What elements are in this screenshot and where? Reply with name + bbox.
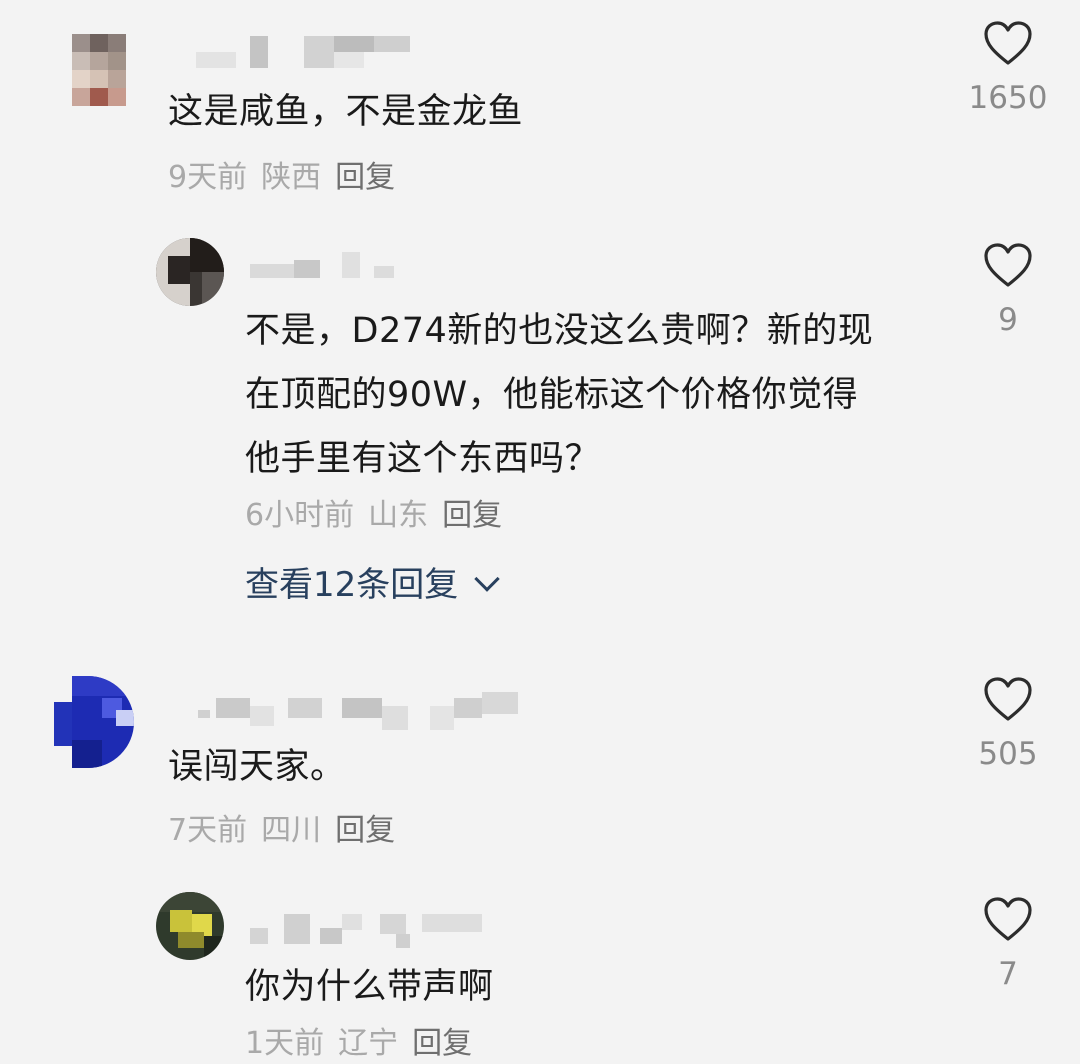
avatar[interactable] — [156, 892, 224, 960]
reply-button[interactable]: 回复 — [412, 1026, 472, 1061]
reply-location: 山东 — [368, 498, 429, 533]
like-button[interactable]: 505 — [948, 676, 1068, 774]
reply-meta: 1天前 辽宁 回复 — [245, 1024, 472, 1064]
like-button[interactable]: 9 — [948, 242, 1068, 340]
username[interactable] — [198, 692, 528, 732]
comment-location: 四川 — [261, 813, 322, 848]
like-count: 7 — [998, 956, 1018, 992]
reply-meta: 6小时前 山东 回复 — [245, 496, 502, 536]
view-more-replies-button[interactable]: 查看12条回复 — [245, 563, 500, 607]
reply-time: 6小时前 — [245, 498, 355, 533]
reply-text: 你为什么带声啊 — [245, 967, 494, 1007]
like-button[interactable]: 1650 — [948, 20, 1068, 118]
username[interactable] — [250, 248, 410, 282]
comment-text: 这是咸鱼，不是金龙鱼 — [168, 92, 524, 132]
username[interactable] — [250, 908, 490, 948]
heart-outline-icon — [984, 21, 1032, 65]
reply-time: 1天前 — [245, 1026, 325, 1061]
like-count: 505 — [978, 736, 1038, 772]
like-count: 9 — [998, 302, 1018, 338]
reply-location: 辽宁 — [338, 1026, 399, 1061]
comment-meta: 9天前 陕西 回复 — [168, 158, 395, 198]
comment-time: 7天前 — [168, 813, 248, 848]
comment-meta: 7天前 四川 回复 — [168, 811, 395, 851]
avatar[interactable] — [54, 676, 134, 768]
view-more-label: 查看12条回复 — [245, 565, 459, 605]
comment-text: 误闯天家。 — [168, 747, 346, 787]
heart-outline-icon — [984, 897, 1032, 941]
reply-text-line: 在顶配的90W，他能标这个价格你觉得 — [245, 375, 859, 415]
comment-time: 9天前 — [168, 160, 248, 195]
heart-outline-icon — [984, 243, 1032, 287]
reply-button[interactable]: 回复 — [335, 160, 395, 195]
comment-location: 陕西 — [261, 160, 322, 195]
reply-button[interactable]: 回复 — [335, 813, 395, 848]
chevron-down-icon — [474, 566, 500, 592]
avatar[interactable] — [156, 238, 224, 306]
username[interactable] — [196, 36, 416, 70]
avatar[interactable] — [72, 34, 126, 106]
like-button[interactable]: 7 — [948, 896, 1068, 994]
reply-text-line: 他手里有这个东西吗？ — [245, 439, 601, 479]
heart-outline-icon — [984, 677, 1032, 721]
reply-text-line: 不是，D274新的也没这么贵啊？新的现 — [245, 311, 874, 351]
like-count: 1650 — [968, 80, 1048, 116]
reply-button[interactable]: 回复 — [442, 498, 502, 533]
